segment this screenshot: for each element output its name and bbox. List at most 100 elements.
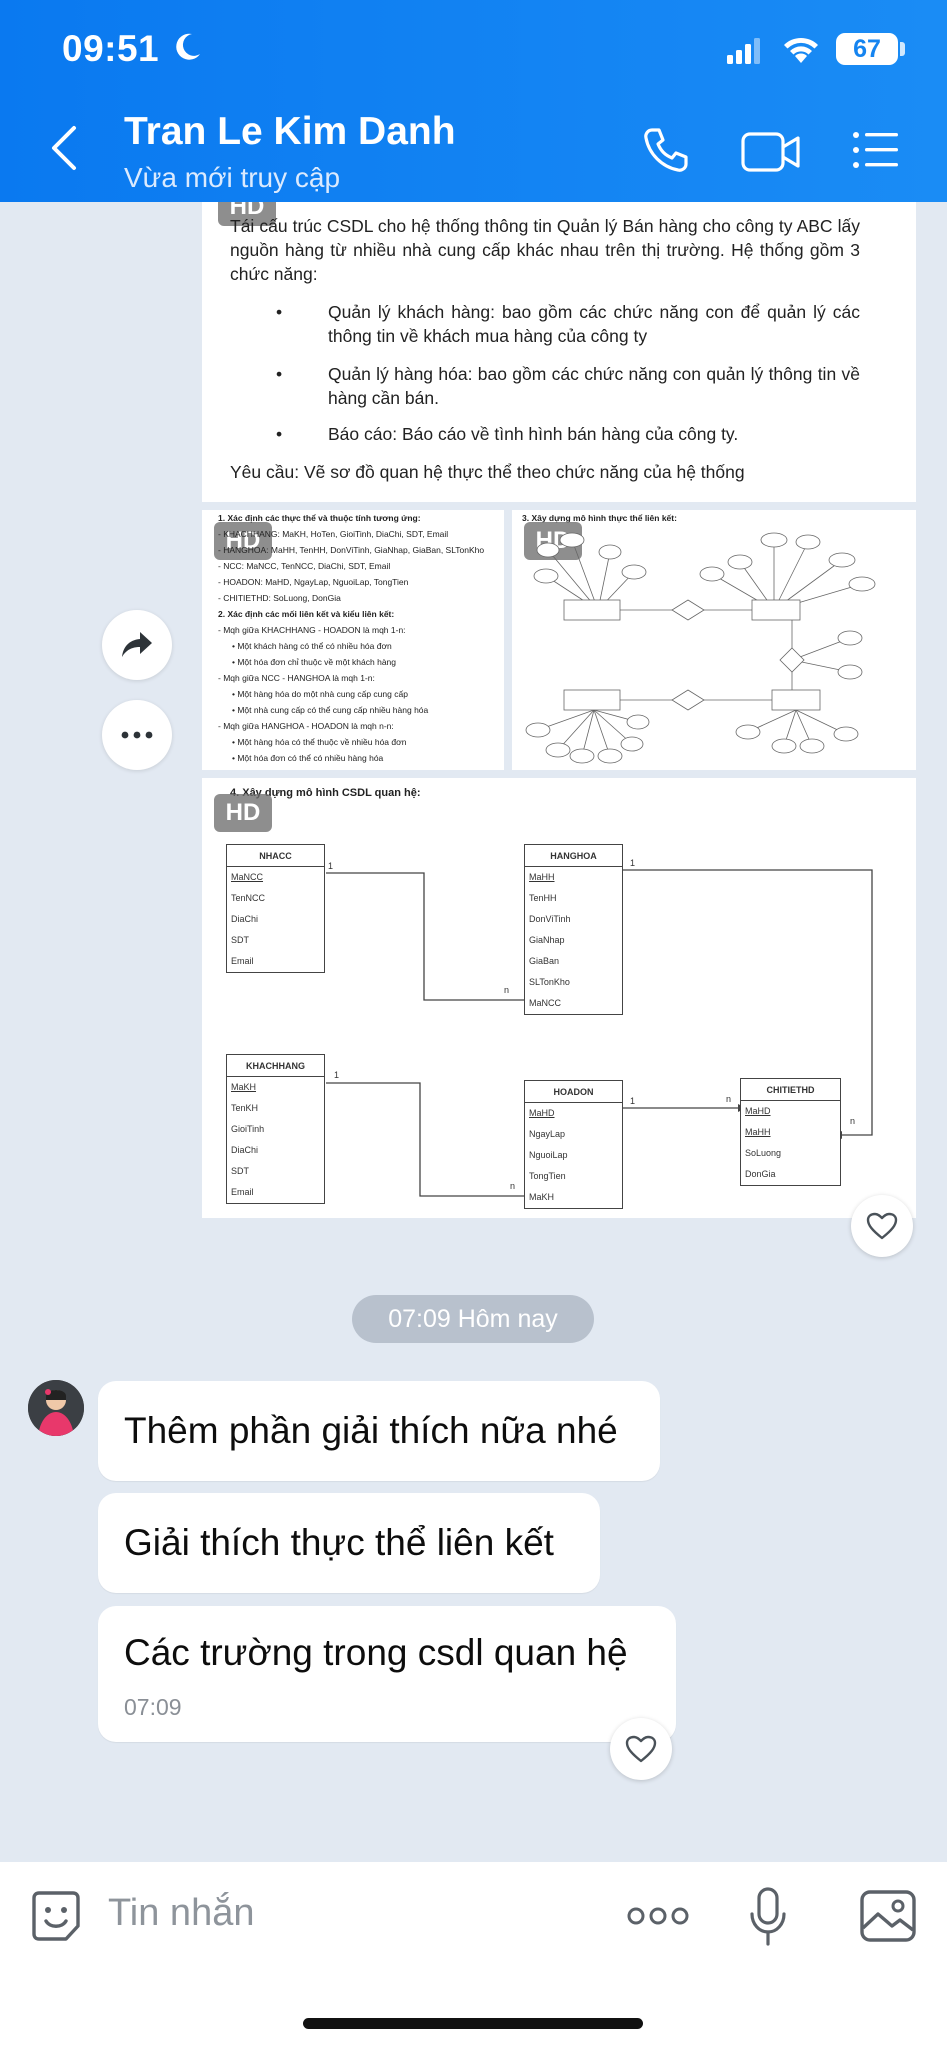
table-title: CHITIETHD: [741, 1079, 840, 1101]
video-camera-icon[interactable]: [740, 128, 804, 176]
table-field: MaHH: [745, 1127, 771, 1137]
message-text: Giải thích thực thể liên kết: [124, 1522, 554, 1563]
table-field: SLTonKho: [529, 977, 570, 987]
cardinality-many: n: [510, 1181, 516, 1191]
table-field: DonGia: [745, 1169, 776, 1179]
table-field: SDT: [231, 935, 249, 945]
table-field: SoLuong: [745, 1148, 782, 1158]
link-line: - Mqh giữa HANGHOA - HOADON là mqh n-n:: [218, 721, 394, 731]
cellular-signal-icon: [727, 38, 760, 64]
doc-bullet-text: Quản lý hàng hóa: bao gồm các chức năng …: [328, 364, 860, 408]
table-field: MaKH: [231, 1082, 257, 1092]
link-line: • Một khách hàng có thể có nhiều hóa đơn: [232, 641, 392, 651]
battery-indicator: 67: [836, 33, 898, 65]
link-line: • Một hàng hóa do một nhà cung cấp cung …: [232, 689, 408, 699]
table-field: TenHH: [529, 893, 557, 903]
back-arrow-icon[interactable]: [44, 124, 84, 172]
entity-line: - CHITIETHD: SoLuong, DonGia: [218, 593, 341, 603]
microphone-icon[interactable]: [748, 1886, 788, 1948]
heart-icon: [866, 1212, 898, 1240]
table-field: GiaNhap: [529, 935, 565, 945]
chat-header: 09:51 67 Tran Le Kim Danh Vừa mới truy c…: [0, 0, 947, 202]
contact-name[interactable]: Tran Le Kim Danh: [124, 110, 456, 154]
link-line: - Mqh giữa NCC - HANGHOA là mqh 1-n:: [218, 673, 375, 683]
table-field: MaHH: [529, 872, 555, 882]
table-khachhang: KHACHHANG MaKH TenKH GioiTinh DiaChi SDT…: [226, 1054, 325, 1204]
table-field: NguoiLap: [529, 1150, 568, 1160]
table-field: GiaBan: [529, 956, 560, 966]
avatar[interactable]: [28, 1380, 84, 1436]
cardinality-one: 1: [630, 1096, 636, 1106]
doc-requirement: Yêu cầu: Vẽ sơ đồ quan hệ thực thể theo …: [230, 462, 745, 482]
table-field: DiaChi: [231, 914, 259, 924]
cardinality-one: 1: [630, 858, 636, 868]
link-line: • Một nhà cung cấp có thể cung cấp nhiều…: [232, 705, 429, 715]
forward-button[interactable]: [102, 610, 172, 680]
entity-list-image[interactable]: HD 1. Xác định các thực thể và thuộc tín…: [202, 510, 504, 770]
table-title: HOADON: [525, 1081, 622, 1103]
forward-arrow-icon: [122, 632, 152, 657]
table-title: NHACC: [227, 845, 324, 867]
emoji-sticker-icon[interactable]: [28, 1888, 84, 1944]
link-line: • Một hóa đơn chỉ thuộc về một khách hàn…: [232, 657, 397, 667]
message-bubble[interactable]: Giải thích thực thể liên kết: [98, 1493, 600, 1593]
home-indicator: [303, 2018, 643, 2029]
table-hanghoa: HANGHOA MaHH TenHH DonViTinh GiaNhap Gia…: [524, 844, 623, 1015]
phone-icon[interactable]: [640, 124, 692, 176]
doc-bullet-text: Quản lý khách hàng: bao gồm các chức năn…: [328, 302, 860, 346]
entity-line: - NCC: MaNCC, TenNCC, DiaChi, SDT, Email: [218, 561, 391, 571]
table-field: MaHD: [529, 1108, 555, 1118]
table-title: HANGHOA: [525, 845, 622, 867]
table-field: NgayLap: [529, 1129, 566, 1139]
message-input[interactable]: Tin nhắn: [108, 1892, 254, 1935]
cardinality-many: n: [504, 985, 510, 995]
more-dots-icon: [121, 731, 153, 739]
requirement-doc-image[interactable]: HD Tái cấu trúc CSDL cho hệ thống thông …: [202, 202, 916, 502]
link-line: • Một hóa đơn có thể có nhiều hàng hóa: [232, 753, 384, 763]
time-separator: 07:09 Hôm nay: [352, 1295, 594, 1343]
doc-bullet: • Báo cáo: Báo cáo về tình hình bán hàng …: [276, 422, 860, 446]
more-options-icon[interactable]: [627, 1906, 689, 1926]
table-field: TenKH: [231, 1103, 259, 1113]
er-diagram-image[interactable]: 3. Xây dựng mô hình thực thể liên kết: H…: [512, 510, 916, 770]
message-bubble[interactable]: Các trường trong csdl quan hệ 07:09: [98, 1606, 676, 1742]
message-bubble[interactable]: Thêm phần giải thích nữa nhé: [98, 1381, 660, 1481]
wifi-icon: [784, 37, 818, 63]
avatar-image: [28, 1380, 84, 1436]
table-chitiethd: CHITIETHD MaHD MaHH SoLuong DonGia: [740, 1078, 841, 1186]
table-field: DonViTinh: [529, 914, 571, 924]
table-title: KHACHHANG: [227, 1055, 324, 1077]
cardinality-many: n: [850, 1116, 856, 1126]
er-diagram: [525, 532, 876, 764]
status-time: 09:51: [62, 28, 160, 69]
cardinality-many: n: [726, 1094, 732, 1104]
react-button[interactable]: [610, 1718, 672, 1780]
table-field: Email: [231, 956, 254, 966]
table-field: MaNCC: [529, 998, 562, 1008]
table-field: DiaChi: [231, 1145, 259, 1155]
message-time: 07:09: [124, 1694, 182, 1720]
message-text: Các trường trong csdl quan hệ: [124, 1632, 628, 1673]
battery-nub: [900, 42, 905, 56]
entity-line: - KHACHHANG: MaKH, HoTen, GioiTinh, DiaC…: [218, 529, 449, 539]
image-icon[interactable]: [858, 1888, 918, 1944]
cardinality-one: 1: [328, 861, 334, 871]
entity-heading-text: 1. Xác định các thực thể và thuộc tính t…: [218, 513, 421, 523]
schema-image[interactable]: 4. Xây dựng mô hình CSDL quan hệ: HD 1 n…: [202, 778, 916, 1218]
entity-heading: 1. Xác định các thực thể và thuộc tính t…: [218, 510, 503, 526]
link-heading: 2. Xác định các mối liên kết và kiểu liê…: [218, 606, 503, 622]
doc-bullet-text: Báo cáo: Báo cáo về tình hình bán hàng c…: [328, 424, 739, 444]
react-button[interactable]: [851, 1195, 913, 1257]
table-field: GioiTinh: [231, 1124, 265, 1134]
table-field: TongTien: [529, 1171, 566, 1181]
contact-status: Vừa mới truy cập: [124, 162, 341, 193]
message-text: Thêm phần giải thích nữa nhé: [124, 1410, 618, 1451]
list-menu-icon[interactable]: [852, 130, 900, 170]
more-button[interactable]: [102, 700, 172, 770]
doc-intro: Tái cấu trúc CSDL cho hệ thống thông tin…: [230, 216, 860, 284]
table-field: TenNCC: [231, 893, 266, 903]
table-hoadon: HOADON MaHD NgayLap NguoiLap TongTien Ma…: [524, 1080, 623, 1209]
link-heading-text: 2. Xác định các mối liên kết và kiểu liê…: [218, 609, 395, 619]
link-line: - Mqh giữa KHACHHANG - HOADON là mqh 1-n…: [218, 625, 406, 635]
table-nhacc: NHACC MaNCC TenNCC DiaChi SDT Email: [226, 844, 325, 973]
